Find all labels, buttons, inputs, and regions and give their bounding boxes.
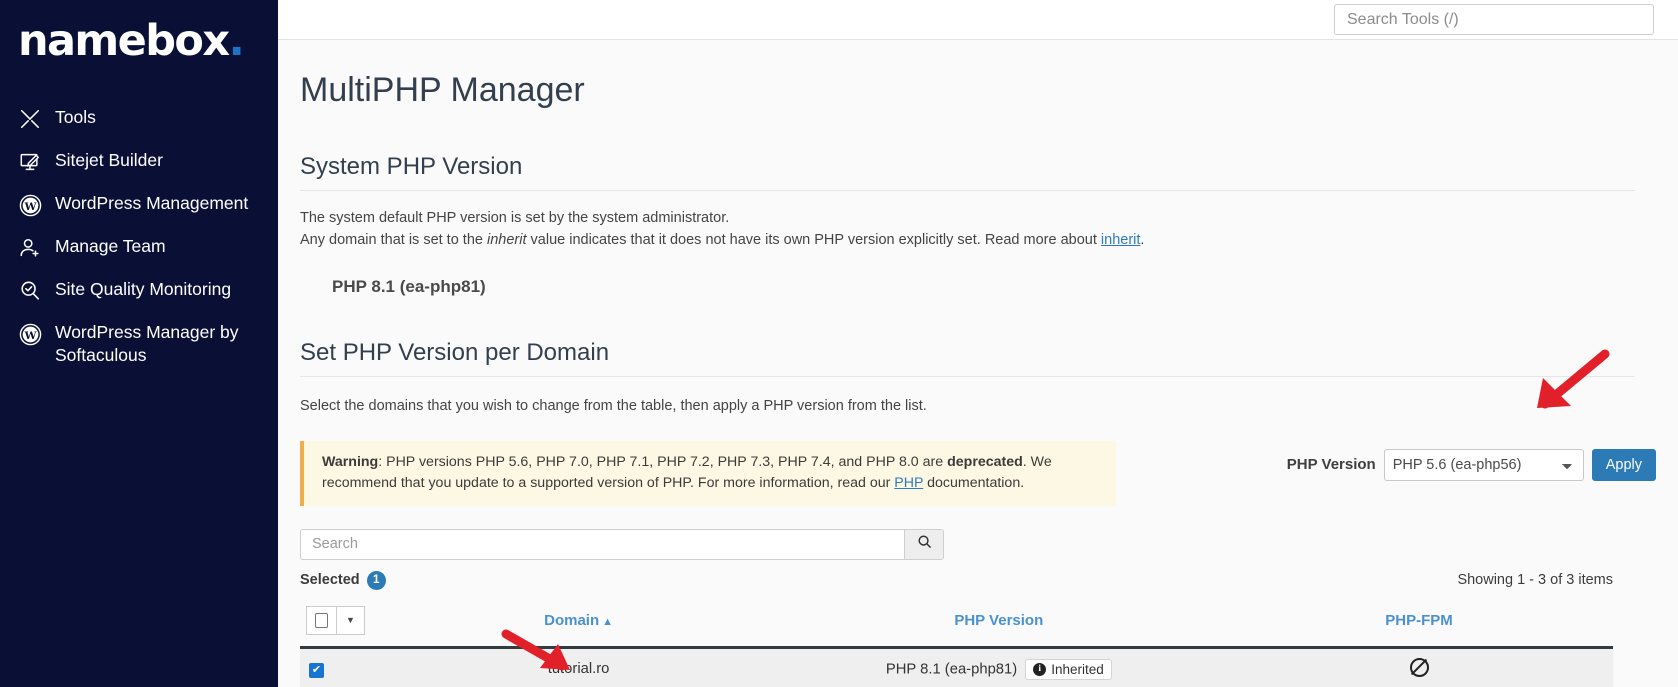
svg-text:W: W [23, 200, 36, 212]
sidebar-item-wordpress-manager-softaculous[interactable]: W WordPress Manager by Softaculous [0, 312, 278, 376]
php-doc-link[interactable]: PHP [894, 475, 923, 491]
system-php-version-value: PHP 8.1 (ea-php81) [332, 276, 486, 296]
domains-table: ▼ Domain ▲ PHP Version PHP-FPM ✔ tutoria… [300, 598, 1613, 687]
no-entry-icon [1409, 657, 1429, 677]
sidebar-item-manage-team[interactable]: Manage Team [0, 226, 278, 269]
sidebar-item-sitejet-builder[interactable]: Sitejet Builder [0, 140, 278, 183]
warning-label: Warning [322, 453, 379, 470]
sidebar-item-label: Site Quality Monitoring [55, 279, 232, 299]
system-desc-line1: The system default PHP version is set by… [300, 209, 730, 226]
domains-table-head: ▼ Domain ▲ PHP Version PHP-FPM [300, 598, 1613, 649]
showing-items-text: Showing 1 - 3 of 3 items [1457, 572, 1613, 589]
row-php-version-value: PHP 8.1 (ea-php81) [885, 661, 1018, 678]
sidebar-item-label: Manage Team [55, 236, 166, 256]
sidebar-item-tools[interactable]: Tools [0, 97, 278, 140]
svg-text:W: W [23, 329, 36, 341]
wordpress-icon: W [18, 193, 42, 217]
warning-text-3: documentation. [923, 475, 1025, 492]
row-select-cell: ✔ [300, 647, 385, 687]
system-php-version-heading: System PHP Version [300, 153, 1635, 191]
table-header-row: ▼ Domain ▲ PHP Version PHP-FPM [300, 598, 1613, 649]
warning-text-1: : PHP versions PHP 5.6, PHP 7.0, PHP 7.1… [378, 453, 948, 470]
sidebar: namebox. Tools Sitejet Builder W WordPre… [0, 0, 278, 687]
header-php-fpm[interactable]: PHP-FPM [1225, 598, 1613, 649]
set-php-version-per-domain-heading: Set PHP Version per Domain [300, 339, 1635, 377]
search-icon [917, 534, 932, 554]
row-checkbox[interactable]: ✔ [309, 662, 324, 678]
php-version-control-group: PHP Version PHP 5.6 (ea-php56)PHP 7.0 (e… [1286, 448, 1656, 481]
php-version-label: PHP Version [1286, 456, 1376, 474]
select-all-group: ▼ [306, 605, 365, 635]
row-php-version-cell: PHP 8.1 (ea-php81) i Inherited [772, 647, 1226, 687]
page-content: MultiPHP Manager System PHP Version The … [278, 70, 1678, 687]
sidebar-item-wordpress-management[interactable]: W WordPress Management [0, 183, 278, 226]
table-row: ✔ tutorial.ro PHP 8.1 (ea-php81) i Inherit… [300, 647, 1613, 687]
header-php-version-label: PHP Version [954, 611, 1044, 629]
header-php-fpm-label: PHP-FPM [1385, 611, 1453, 629]
system-desc-line2-mid: value indicates that it does not have it… [526, 231, 1101, 248]
sidebar-nav: Tools Sitejet Builder W WordPress Manage… [0, 97, 278, 376]
page-title: MultiPHP Manager [300, 71, 585, 109]
header-domain-label: Domain [544, 611, 600, 629]
sidebar-item-label: Tools [55, 107, 96, 127]
selected-label: Selected [300, 572, 360, 589]
search-tools-input[interactable] [1334, 4, 1654, 35]
system-desc-line2-end: . [1140, 231, 1145, 248]
brand-dot: . [228, 16, 244, 66]
sidebar-item-label: WordPress Manager by Softaculous [55, 322, 239, 366]
header-domain[interactable]: Domain ▲ [384, 598, 773, 649]
brand-logo[interactable]: namebox. [0, 0, 278, 63]
inherit-emphasis: inherit [487, 231, 527, 248]
php-version-select[interactable]: PHP 5.6 (ea-php56)PHP 7.0 (ea-php70)PHP … [1383, 448, 1584, 481]
select-all-checkbox[interactable] [306, 605, 337, 635]
sidebar-item-label: WordPress Management [55, 193, 249, 213]
selected-count-badge: 1 [366, 570, 386, 590]
user-add-icon [18, 236, 42, 260]
inherited-badge-label: Inherited [1051, 661, 1104, 677]
tools-icon [18, 107, 42, 131]
sidebar-item-label: Sitejet Builder [55, 150, 163, 170]
deprecation-warning: Warning: PHP versions PHP 5.6, PHP 7.0, … [300, 440, 1116, 507]
header-php-version[interactable]: PHP Version [772, 598, 1226, 649]
table-search-button[interactable] [904, 528, 944, 560]
domains-table-body: ✔ tutorial.ro PHP 8.1 (ea-php81) i Inherit… [300, 647, 1613, 687]
table-meta-row: Selected 1 Showing 1 - 3 of 3 items [300, 570, 1613, 590]
row-php-fpm-cell [1225, 647, 1613, 687]
monitor-pen-icon [18, 150, 42, 174]
table-search-input[interactable] [300, 528, 904, 560]
sidebar-item-site-quality-monitoring[interactable]: Site Quality Monitoring [0, 269, 278, 312]
row-domain-cell: tutorial.ro [384, 647, 773, 687]
system-php-version-description: The system default PHP version is set by… [300, 207, 1678, 251]
warning-deprecated: deprecated [947, 453, 1023, 470]
magnifier-check-icon [18, 279, 42, 303]
table-search-row [300, 528, 1678, 560]
warning-and-controls-row: Warning: PHP versions PHP 5.6, PHP 7.0, … [300, 440, 1678, 507]
inherited-badge: i Inherited [1025, 658, 1112, 680]
info-icon: i [1033, 662, 1047, 676]
select-all-dropdown-button[interactable]: ▼ [337, 605, 365, 635]
app-root: namebox. Tools Sitejet Builder W WordPre… [0, 0, 1678, 687]
brand-name: namebox [18, 16, 230, 66]
sort-asc-icon: ▲ [602, 615, 614, 628]
per-domain-description: Select the domains that you wish to chan… [300, 397, 927, 414]
top-bar [278, 0, 1678, 40]
inherit-link[interactable]: inherit [1101, 232, 1141, 248]
system-desc-line2-pre: Any domain that is set to the [300, 231, 487, 248]
chevron-down-icon: ▼ [346, 615, 355, 626]
checkbox-square-icon [315, 612, 328, 628]
header-select-cell: ▼ [300, 598, 385, 649]
main-region: MultiPHP Manager System PHP Version The … [278, 0, 1678, 687]
apply-button[interactable]: Apply [1591, 448, 1656, 481]
wordpress-icon: W [18, 322, 42, 346]
